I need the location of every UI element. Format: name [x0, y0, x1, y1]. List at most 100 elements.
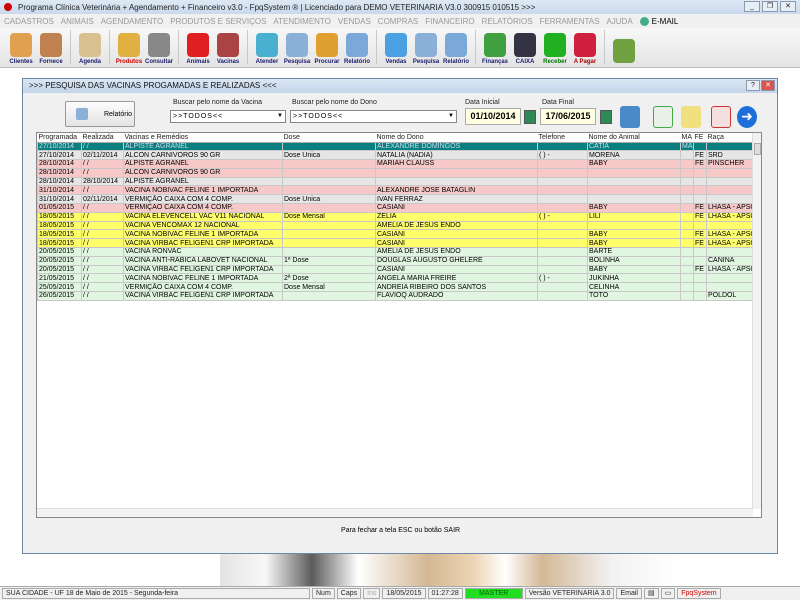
toolbar-button-exit[interactable]: [609, 29, 639, 67]
end-date-input[interactable]: 17/06/2015: [540, 108, 596, 125]
table-cell: IVAN FERRAZ: [375, 194, 538, 205]
table-cell: [693, 185, 707, 196]
table-cell: FE: [693, 229, 707, 240]
table-row[interactable]: 28/10/2014 / / ALPISTE AGRANEL MARIAH CLA…: [37, 159, 754, 169]
table-row[interactable]: 20/05/2015 / / VACINA VIRBAC FELIGEN1 CRP…: [37, 264, 754, 275]
table-row[interactable]: 18/05/2015 / / VACINA VENCOMAX 12 NACIONA…: [37, 220, 754, 231]
monitor-icon[interactable]: ▭: [660, 588, 676, 599]
toolbar-button-label: Consultar: [144, 59, 173, 65]
calendar-icon[interactable]: [600, 110, 612, 124]
toolbar-button-procurar[interactable]: Procurar: [312, 29, 342, 67]
toolbar-button-fornece[interactable]: Fornece: [36, 29, 66, 67]
column-header[interactable]: Realizada: [81, 133, 124, 143]
toolbar-button-vendas[interactable]: Vendas: [381, 29, 411, 67]
toolbar-button-vacinas[interactable]: Vacinas: [213, 29, 243, 67]
toolbar-button-atender[interactable]: Atender: [252, 29, 282, 67]
column-header[interactable]: FE: [693, 133, 707, 143]
menu-item-email[interactable]: E-MAIL: [639, 16, 678, 26]
toolbar-separator: [604, 30, 605, 64]
toolbar-button-relatório[interactable]: Relatório: [441, 29, 471, 67]
table-row[interactable]: 27/10/2014 / / ALPISTE AGRANEL ALEXANDRE D…: [37, 141, 754, 152]
table-cell: 27/10/2014: [37, 150, 82, 161]
menu-item[interactable]: PRODUTOS E SERVIÇOS: [170, 17, 266, 26]
toolbar-button-pesquisa[interactable]: Pesquisa: [282, 29, 312, 67]
table-cell: VACINA VIRBAC FELIGEN1 CRP IMPORTADA: [123, 291, 283, 301]
help-button[interactable]: ?: [746, 80, 760, 91]
toolbar-button-produtos[interactable]: Produtos: [114, 29, 144, 67]
minimize-button[interactable]: _: [744, 1, 760, 12]
exit-arrow-button[interactable]: ➜: [737, 106, 757, 128]
menu-item[interactable]: AJUDA: [606, 17, 632, 26]
table-cell: / /: [81, 185, 124, 196]
table-row[interactable]: 01/05/2015 / / VERMIÇÃO CAIXA COM 4 COMP.…: [37, 203, 754, 213]
table-row[interactable]: 26/05/2015 / / VACINA VIRBAC FELIGEN1 CRP…: [37, 291, 754, 301]
toolbar-button-receber[interactable]: Receber: [540, 29, 570, 67]
table-row[interactable]: 20/05/2015 / / VACINA RONVAC AMELIA DE JES…: [37, 247, 754, 257]
toolbar-button-pesquisa[interactable]: Pesquisa: [411, 29, 441, 67]
table-row[interactable]: 21/05/2015 / / VACINA NOBIVAC FELINE 1 IM…: [37, 273, 754, 284]
table-cell: [680, 273, 694, 284]
horizontal-scrollbar[interactable]: [37, 508, 753, 517]
owner-filter-select[interactable]: >>TODOS<< ▼: [290, 110, 457, 123]
table-row[interactable]: 28/10/2014 28/10/2014 ALPISTE AGRANEL: [37, 176, 754, 187]
refresh-button[interactable]: [620, 106, 640, 128]
toolbar-button-label: A Pagar: [573, 59, 597, 65]
edit-button[interactable]: [681, 106, 701, 128]
maximize-button[interactable]: ❐: [762, 1, 778, 12]
table-row[interactable]: 18/05/2015 / / VACINA VIRBAC FELIGEN1 CRP…: [37, 238, 754, 249]
table-cell: [282, 238, 376, 249]
column-header[interactable]: Nome do Animal: [587, 133, 681, 143]
table-cell: AMELIA DE JESUS ENDO: [375, 220, 538, 231]
add-button[interactable]: [653, 106, 673, 128]
close-button[interactable]: ✕: [780, 1, 796, 12]
delete-button[interactable]: [711, 106, 731, 128]
column-header[interactable]: Raça: [706, 133, 754, 143]
calendar-icon[interactable]: [524, 110, 536, 124]
toolbar-button-a pagar[interactable]: A Pagar: [570, 29, 600, 67]
table-row[interactable]: 18/05/2015 / / VACINA ELEVENCELL VAC V11 …: [37, 211, 754, 222]
start-date-input[interactable]: 01/10/2014: [465, 108, 521, 125]
table-row[interactable]: 31/10/2014 / / VACINA NOBIVAC FELINE 1 IM…: [37, 185, 754, 196]
status-email[interactable]: Email: [616, 588, 642, 599]
column-header[interactable]: Dose: [282, 133, 376, 143]
toolbar-button-caixa[interactable]: CAIXA: [510, 29, 540, 67]
column-header[interactable]: Telefone: [537, 133, 588, 143]
column-header[interactable]: MA: [680, 133, 694, 143]
column-header[interactable]: Programada: [37, 133, 82, 143]
status-city-date: SUA CIDADE - UF 18 de Maio de 2015 - Seg…: [2, 588, 310, 599]
report-button[interactable]: Relatório: [65, 101, 135, 127]
table-row[interactable]: 20/05/2015 / / VACINA ANTI-RABICA LABOVET…: [37, 255, 754, 266]
menu-item[interactable]: CADASTROS: [4, 17, 54, 26]
toolbar-button-clientes[interactable]: Clientes: [6, 29, 36, 67]
table-row[interactable]: 27/10/2014 02/11/2014 ALCON CARNIVOROS 90 …: [37, 150, 754, 161]
vacinas-icon: [217, 33, 239, 57]
toolbar-button-agenda[interactable]: Agenda: [75, 29, 105, 67]
vertical-scrollbar[interactable]: [752, 133, 761, 509]
table-cell: ALEXANDRE JOSE BATAGLIN: [375, 185, 538, 196]
table-row[interactable]: 18/05/2015 / / VACINA NOBIVAC FELINE 1 IM…: [37, 229, 754, 240]
owner-filter-label: Buscar pelo nome do Dono: [292, 99, 377, 106]
menu-item[interactable]: FERRAMENTAS: [540, 17, 600, 26]
table-row[interactable]: 28/10/2014 / / ALCON CARNIVOROS 90 GR: [37, 167, 754, 178]
table-row[interactable]: 25/05/2015 / / VERMIÇÃO CAIXA COM 4 COMP.…: [37, 282, 754, 293]
menu-item[interactable]: FINANCEIRO: [425, 17, 474, 26]
toolbar-button-finanças[interactable]: Finanças: [480, 29, 510, 67]
table-cell: 26/05/2015: [37, 291, 82, 301]
column-header[interactable]: Vacinas e Remédios: [123, 133, 283, 143]
menu-item[interactable]: AGENDAMENTO: [101, 17, 164, 26]
dialog-close-button[interactable]: ✕: [761, 80, 775, 91]
toolbar-button-relatório[interactable]: Relatório: [342, 29, 372, 67]
menu-item[interactable]: RELATÓRIOS: [482, 17, 533, 26]
menu-item[interactable]: VENDAS: [338, 17, 371, 26]
menu-item[interactable]: ANIMAIS: [61, 17, 94, 26]
vaccine-filter-select[interactable]: >>TODOS<< ▼: [170, 110, 286, 123]
toolbar-button-consultar[interactable]: Consultar: [144, 29, 174, 67]
menu-item[interactable]: COMPRAS: [378, 17, 418, 26]
table-cell: 1ª Dose: [282, 255, 376, 266]
table-cell: ANGELA MARIA FREIRE: [375, 273, 538, 284]
table-row[interactable]: 31/10/2014 02/11/2014 VERMIÇÃO CAIXA COM 4…: [37, 194, 754, 205]
column-header[interactable]: Nome do Dono: [375, 133, 538, 143]
printer-icon[interactable]: ▤: [643, 588, 659, 599]
menu-item[interactable]: ATENDIMENTO: [273, 17, 330, 26]
toolbar-button-animais[interactable]: Animais: [183, 29, 213, 67]
